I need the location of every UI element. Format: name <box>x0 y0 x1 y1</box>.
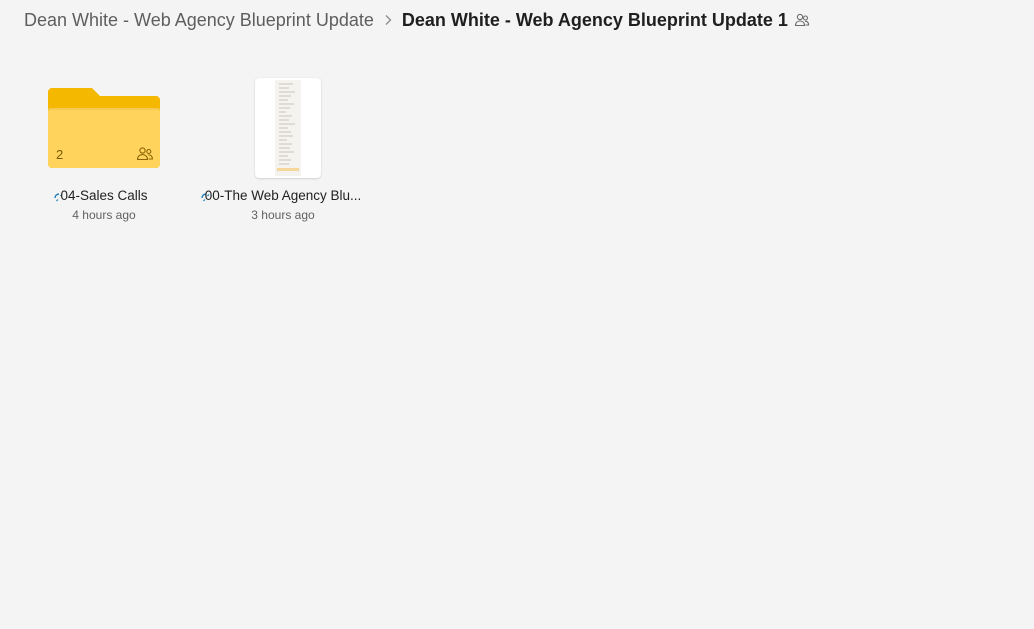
modified-time: 4 hours ago <box>72 208 136 222</box>
document-name: 00-The Web Agency Blu... <box>204 188 362 203</box>
breadcrumb: Dean White - Web Agency Blueprint Update… <box>24 8 810 32</box>
chevron-right-icon <box>374 14 402 26</box>
breadcrumb-parent[interactable]: Dean White - Web Agency Blueprint Update <box>24 10 374 31</box>
folder-thumbnail: 2 <box>20 78 188 178</box>
modified-time: 3 hours ago <box>251 208 315 222</box>
people-icon <box>794 12 810 28</box>
document-thumbnail <box>199 78 367 178</box>
document-tile[interactable]: 00-The Web Agency Blu... 3 hours ago <box>199 78 367 238</box>
people-icon <box>136 146 154 167</box>
file-explorer-view: Dean White - Web Agency Blueprint Update… <box>0 0 1034 629</box>
document-preview <box>255 78 321 178</box>
folder-name: 04-Sales Calls <box>60 188 148 203</box>
breadcrumb-current[interactable]: Dean White - Web Agency Blueprint Update… <box>402 10 788 31</box>
folder-tile[interactable]: 2 04-Sales Calls 4 hours ago <box>20 78 188 238</box>
item-count-badge: 2 <box>56 147 64 162</box>
